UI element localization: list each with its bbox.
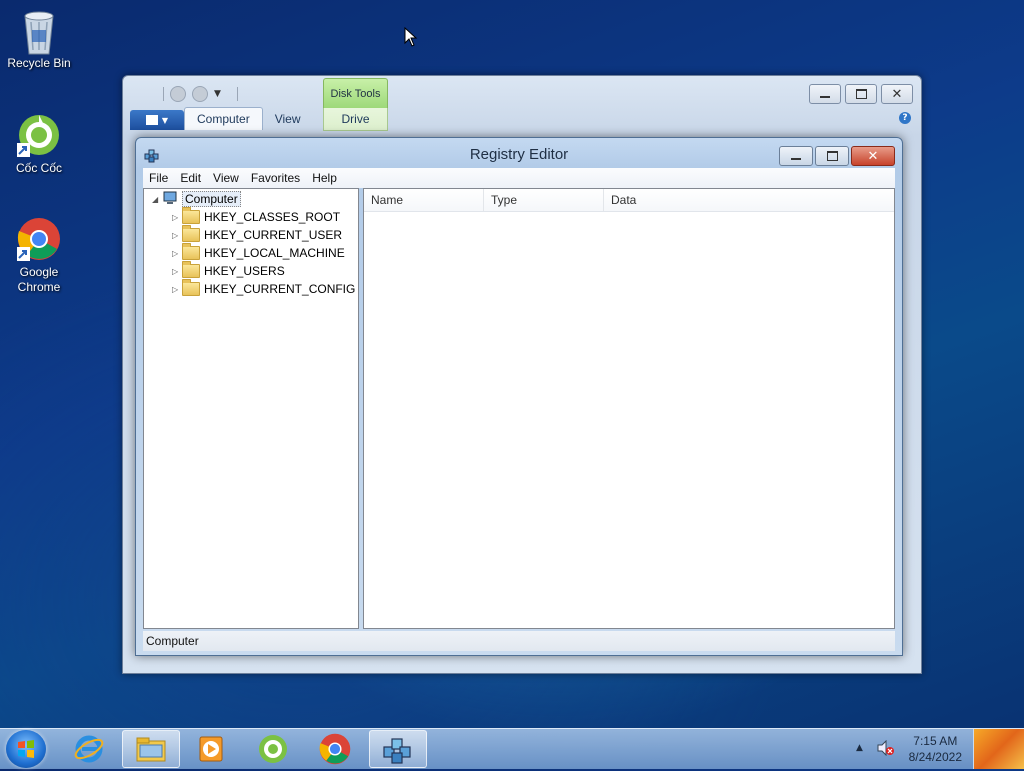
status-bar: Computer	[143, 631, 895, 651]
column-header-type[interactable]: Type	[484, 189, 604, 211]
menu-favorites[interactable]: Favorites	[245, 171, 306, 185]
taskbar-internet-explorer[interactable]	[60, 730, 118, 768]
close-icon: ✕	[891, 86, 903, 102]
tree-item-hkey-current-user[interactable]: ▷ HKEY_CURRENT_USER	[172, 225, 343, 244]
file-menu-button[interactable]: ▼	[130, 110, 184, 130]
folder-icon	[182, 207, 200, 224]
registry-editor-window: Registry Editor ✕ File Edit View Favorit…	[135, 137, 903, 656]
tree-item-hkey-current-config[interactable]: ▷ HKEY_CURRENT_CONFIG	[172, 279, 356, 298]
maximize-button[interactable]	[815, 146, 849, 166]
desktop-icon-coccoc[interactable]: Cốc Cốc	[1, 113, 77, 176]
tree-item-label: Computer	[182, 191, 241, 207]
computer-icon	[162, 191, 178, 208]
tree-item-label: HKEY_CURRENT_USER	[204, 228, 343, 242]
show-hidden-icons-button[interactable]: ▲	[856, 743, 863, 753]
system-clock[interactable]: 7:15 AM 8/24/2022	[909, 733, 962, 765]
column-header-name[interactable]: Name	[364, 189, 484, 211]
expand-icon[interactable]: ▷	[172, 285, 182, 294]
minimize-button[interactable]	[809, 84, 841, 104]
tab-drive[interactable]: Drive	[323, 108, 388, 131]
registry-editor-icon	[383, 738, 411, 764]
tree-item-hkey-classes-root[interactable]: ▷ HKEY_CLASSES_ROOT	[172, 207, 341, 226]
ribbon-tabs: ▼ Computer View	[130, 107, 313, 130]
show-desktop-button[interactable]	[973, 729, 1024, 769]
close-button[interactable]: ✕	[881, 84, 913, 104]
taskbar-coccoc[interactable]	[244, 730, 302, 768]
maximize-icon	[826, 151, 838, 161]
customize-toolbar-icon[interactable]: ▼	[214, 89, 221, 99]
clock-date: 8/24/2022	[908, 750, 962, 764]
coccoc-icon	[259, 735, 287, 763]
menu-icon	[145, 115, 158, 125]
quick-access-toolbar: ▼	[163, 86, 238, 102]
collapse-icon[interactable]: ◢	[152, 195, 162, 204]
desktop-icon-label: Recycle Bin	[7, 56, 71, 70]
desktop-icon-label: Cốc Cốc	[15, 161, 62, 175]
close-button[interactable]: ✕	[851, 146, 895, 166]
desktop-icon-recycle-bin[interactable]: Recycle Bin	[1, 8, 77, 71]
registry-tree: ◢ Computer ▷ HKEY_CLASSES_ROOT ▷ HKEY_CU…	[143, 188, 359, 629]
tab-view[interactable]: View	[263, 108, 313, 130]
list-header: Name Type Data	[364, 189, 894, 212]
tree-item-hkey-users[interactable]: ▷ HKEY_USERS	[172, 261, 285, 280]
back-button[interactable]	[170, 86, 186, 102]
chrome-icon	[16, 217, 61, 261]
windows-logo-icon	[18, 740, 34, 758]
volume-muted-icon[interactable]	[876, 739, 894, 759]
file-explorer-icon	[136, 737, 166, 762]
desktop-icon-chrome[interactable]: Google Chrome	[1, 217, 77, 295]
folder-icon	[182, 261, 200, 278]
recycle-bin-icon	[17, 8, 61, 55]
explorer-window-controls: ✕	[809, 84, 913, 104]
menu-view[interactable]: View	[207, 171, 245, 185]
menu-bar: File Edit View Favorites Help	[143, 168, 895, 188]
menu-help[interactable]: Help	[306, 171, 343, 185]
folder-icon	[182, 279, 200, 296]
expand-icon[interactable]: ▷	[172, 267, 182, 276]
minimize-icon	[820, 96, 830, 98]
folder-icon	[182, 243, 200, 260]
desktop-icon-label: Google Chrome	[17, 265, 61, 294]
maximize-button[interactable]	[845, 84, 877, 104]
clock-time: 7:15 AM	[913, 734, 958, 748]
tree-item-label: HKEY_USERS	[204, 264, 285, 278]
expand-icon[interactable]: ▷	[172, 213, 182, 222]
coccoc-icon	[16, 113, 61, 157]
folder-icon	[182, 225, 200, 242]
mouse-cursor-icon	[404, 26, 418, 50]
tab-computer[interactable]: Computer	[184, 107, 263, 130]
tree-item-computer[interactable]: ◢ Computer	[152, 190, 241, 208]
minimize-button[interactable]	[779, 146, 813, 166]
taskbar: ▲ 7:15 AM 8/24/2022	[0, 728, 1024, 769]
taskbar-chrome[interactable]	[306, 730, 364, 768]
tree-item-label: HKEY_LOCAL_MACHINE	[204, 246, 345, 260]
taskbar-registry-editor[interactable]	[369, 730, 427, 768]
regedit-window-controls: ✕	[779, 146, 895, 166]
menu-file[interactable]: File	[143, 171, 174, 185]
internet-explorer-icon	[74, 735, 104, 763]
media-player-icon	[199, 736, 223, 762]
menu-edit[interactable]: Edit	[174, 171, 207, 185]
taskbar-media-player[interactable]	[182, 730, 240, 768]
help-icon[interactable]: ?	[899, 112, 911, 124]
close-icon: ✕	[867, 148, 879, 164]
start-button[interactable]	[6, 730, 46, 768]
expand-icon[interactable]: ▷	[172, 249, 182, 258]
chevron-down-icon: ▼	[161, 115, 169, 125]
disk-tools-group: Disk Tools	[323, 78, 388, 109]
minimize-icon	[791, 158, 801, 160]
taskbar-file-explorer[interactable]	[122, 730, 180, 768]
maximize-icon	[855, 89, 867, 99]
tree-item-label: HKEY_CURRENT_CONFIG	[204, 282, 356, 296]
column-header-data[interactable]: Data	[604, 189, 894, 211]
values-list: Name Type Data	[363, 188, 895, 629]
expand-icon[interactable]: ▷	[172, 231, 182, 240]
tree-item-hkey-local-machine[interactable]: ▷ HKEY_LOCAL_MACHINE	[172, 243, 345, 262]
forward-button[interactable]	[192, 86, 208, 102]
chrome-icon	[319, 733, 351, 765]
tree-item-label: HKEY_CLASSES_ROOT	[204, 210, 341, 224]
